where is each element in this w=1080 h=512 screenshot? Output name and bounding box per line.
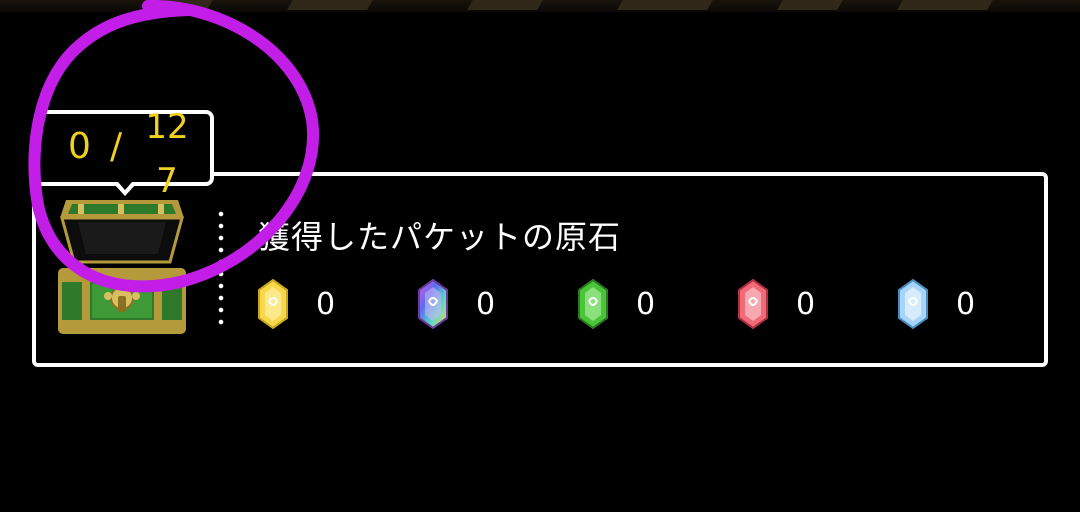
dotted-divider xyxy=(218,208,224,328)
gem-count-blue: 0 xyxy=(956,286,976,322)
gem-item-rainbow: 0 xyxy=(418,276,495,332)
gem-item-green: 0 xyxy=(578,276,655,332)
counter-total: 127 xyxy=(145,107,189,201)
blue-gem-icon xyxy=(898,279,928,329)
treasure-chest-icon xyxy=(58,200,186,334)
counter-current: 0 xyxy=(68,126,91,167)
gem-item-red: 0 xyxy=(738,276,815,332)
rainbow-gem-icon xyxy=(418,279,448,329)
yellow-gem-icon xyxy=(258,279,288,329)
counter-separator: / xyxy=(110,126,123,167)
gem-count-green: 0 xyxy=(636,286,656,322)
green-gem-icon xyxy=(578,279,608,329)
gem-count-rainbow: 0 xyxy=(476,286,496,322)
gem-item-yellow: 0 xyxy=(258,276,335,332)
gem-count-yellow: 0 xyxy=(316,286,336,322)
panel-title: 獲得したパケットの原石 xyxy=(258,218,622,256)
gem-item-blue: 0 xyxy=(898,276,975,332)
gem-count-red: 0 xyxy=(796,286,816,322)
bubble-tail-inner xyxy=(118,182,132,190)
top-decorative-strip xyxy=(0,0,1080,12)
red-gem-icon xyxy=(738,279,768,329)
